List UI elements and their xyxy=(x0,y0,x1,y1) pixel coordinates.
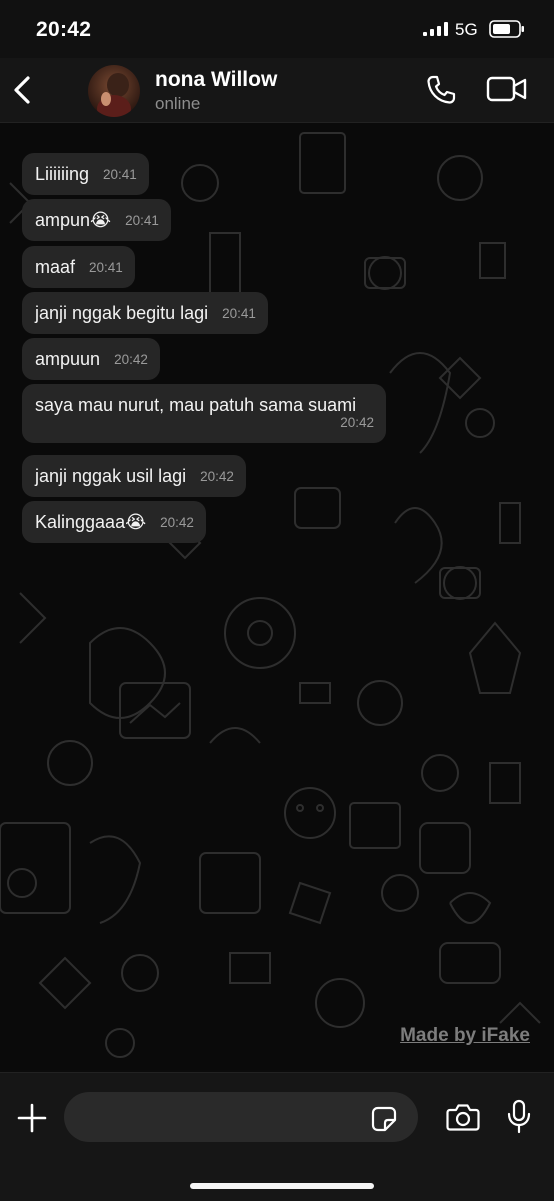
message-text: Liiiiiing xyxy=(35,164,90,184)
message-bubble[interactable]: janji nggak usil lagi 20:42 xyxy=(22,455,246,497)
phone-icon xyxy=(427,75,456,104)
message-time: 20:41 xyxy=(103,167,137,182)
message-bubble[interactable]: Liiiiiing 20:41 xyxy=(22,153,149,195)
back-button[interactable] xyxy=(8,68,42,112)
camera-icon xyxy=(446,1104,480,1131)
contact-name[interactable]: nona Willow xyxy=(155,68,277,92)
message-time: 20:42 xyxy=(160,515,194,530)
voice-call-button[interactable] xyxy=(424,73,458,107)
chat-header: nona Willow online xyxy=(0,58,554,123)
contact-status: online xyxy=(155,94,201,113)
message-text: maaf xyxy=(35,257,76,277)
avatar-image xyxy=(88,65,140,117)
message-text: ampuun xyxy=(35,349,101,369)
message-bubble[interactable]: janji nggak begitu lagi 20:41 xyxy=(22,292,268,334)
microphone-button[interactable] xyxy=(506,1099,532,1135)
message-time: 20:41 xyxy=(222,306,256,321)
avatar[interactable] xyxy=(88,65,140,117)
message-time: 20:41 xyxy=(89,260,123,275)
network-label: 5G xyxy=(455,20,478,39)
message-input[interactable] xyxy=(64,1092,418,1142)
message-text: janji nggak usil lagi xyxy=(35,466,187,486)
attach-button[interactable] xyxy=(15,1101,49,1135)
sticker-button[interactable] xyxy=(370,1105,398,1133)
sticker-icon xyxy=(371,1106,397,1132)
message-bubble[interactable]: maaf 20:41 xyxy=(22,246,135,288)
message-time: 20:41 xyxy=(125,213,159,228)
message-bubble[interactable]: saya mau nurut, mau patuh sama suami 20:4… xyxy=(22,384,386,443)
message-text: janji nggak begitu lagi xyxy=(35,303,209,323)
message-text: saya mau nurut, mau patuh sama suami xyxy=(35,395,357,415)
status-bar: 20:42 5G xyxy=(0,0,554,58)
status-time: 20:42 xyxy=(36,18,92,41)
back-chevron-icon xyxy=(14,76,30,104)
home-indicator[interactable] xyxy=(190,1183,374,1189)
video-call-button[interactable] xyxy=(486,74,528,104)
microphone-icon xyxy=(507,1099,531,1134)
camera-button[interactable] xyxy=(446,1102,480,1132)
message-text: ampun😭 xyxy=(35,210,112,230)
watermark-link[interactable]: Made by iFake xyxy=(400,1025,530,1047)
video-camera-icon xyxy=(486,76,527,102)
message-bubble[interactable]: Kalinggaaa😭 20:42 xyxy=(22,501,206,543)
chat-area[interactable]: Liiiiiing 20:41 ampun😭 20:41 maaf 20:41 jan… xyxy=(0,123,554,1070)
input-bar xyxy=(0,1072,554,1201)
battery-icon xyxy=(489,20,524,38)
message-time: 20:42 xyxy=(114,352,148,367)
message-bubble[interactable]: ampuun 20:42 xyxy=(22,338,160,380)
signal-icon xyxy=(423,22,448,36)
message-bubble[interactable]: ampun😭 20:41 xyxy=(22,199,171,241)
message-text: Kalinggaaa😭 xyxy=(35,512,147,532)
message-time: 20:42 xyxy=(200,469,234,484)
plus-icon xyxy=(17,1103,47,1133)
